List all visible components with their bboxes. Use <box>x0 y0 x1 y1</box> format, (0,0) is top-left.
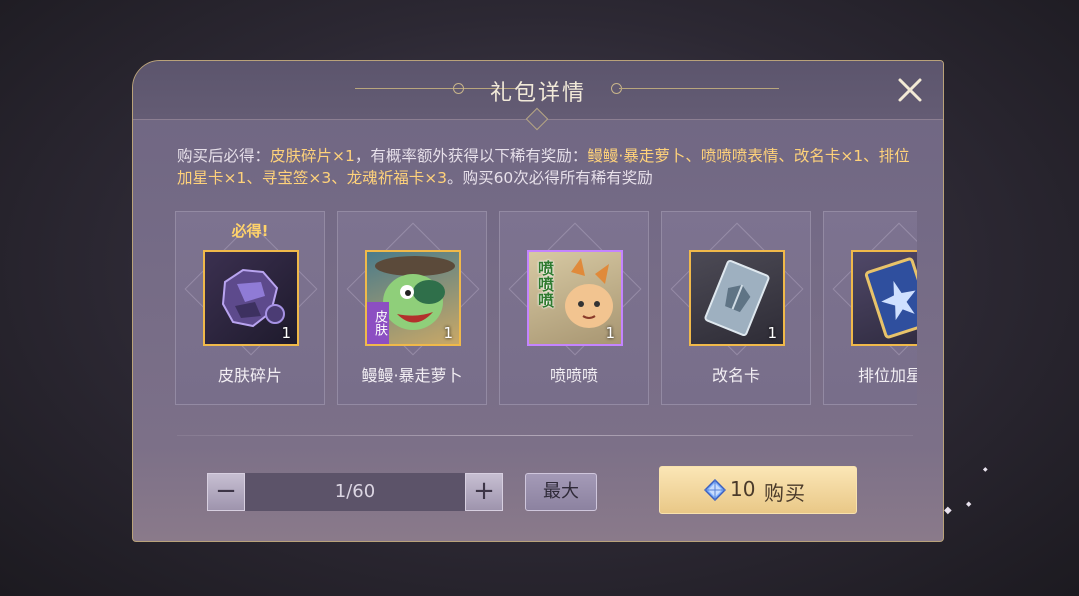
skin-fragment-icon: 1 <box>203 250 299 346</box>
desc-middle: ，有概率额外获得以下稀有奖励： <box>354 147 588 165</box>
increase-button[interactable]: + <box>465 473 503 511</box>
sparkle-decoration: ◆ <box>966 500 972 508</box>
decrease-button[interactable]: − <box>207 473 245 511</box>
reward-card-skin-fragment[interactable]: 必得! 1 皮肤碎片 <box>175 211 325 405</box>
item-count: 1 <box>281 324 291 342</box>
reward-card-rank-star[interactable]: 排位加星卡 <box>823 211 917 405</box>
quantity-stepper[interactable]: − 1/60 + <box>207 473 503 511</box>
item-label: 改名卡 <box>711 366 760 385</box>
reward-description: 购买后必得：皮肤碎片×1，有概率额外获得以下稀有奖励：鳗鳗·暴走萝卜、喷喷喷表情… <box>177 145 917 189</box>
gift-pack-dialog: 礼包详情 购买后必得：皮肤碎片×1，有概率额外获得以下稀有奖励：鳗鳗·暴走萝卜、… <box>132 60 944 542</box>
reward-card-skin[interactable]: 皮肤 1 鳗鳗·暴走萝卜 <box>337 211 487 405</box>
diamond-currency-icon <box>704 479 726 501</box>
item-count: 1 <box>443 324 453 342</box>
item-count: 1 <box>767 324 777 342</box>
desc-guaranteed: 皮肤碎片×1 <box>270 147 355 165</box>
rename-card-icon: 1 <box>689 250 785 346</box>
buy-button[interactable]: 10 购买 <box>659 466 857 514</box>
desc-prefix: 购买后必得： <box>177 147 271 165</box>
guaranteed-badge: 必得! <box>231 222 269 240</box>
item-label: 排位加星卡 <box>857 366 917 385</box>
max-button[interactable]: 最大 <box>525 473 597 511</box>
sparkle-decoration: ◆ <box>944 505 952 516</box>
sparkle-decoration: ◆ <box>983 466 988 473</box>
emote-text: 喷喷喷 <box>535 260 554 308</box>
skin-portrait-icon: 皮肤 1 <box>365 250 461 346</box>
desc-suffix: 。购买60次必得所有稀有奖励 <box>447 169 653 187</box>
reward-card-emote[interactable]: 喷喷喷 1 喷喷喷 <box>499 211 649 405</box>
buy-price: 10 <box>730 477 756 501</box>
close-button[interactable] <box>895 75 925 105</box>
quantity-value: 1/60 <box>334 481 376 502</box>
rank-star-card-icon <box>851 250 917 346</box>
reward-list[interactable]: 必得! 1 皮肤碎片 皮肤 1 鳗鳗·暴走萝卜 喷喷喷 1 喷喷喷 1 改名卡 … <box>175 211 917 407</box>
title-ornament-right <box>619 88 779 89</box>
item-label: 喷喷喷 <box>549 366 598 385</box>
item-label: 鳗鳗·暴走萝卜 <box>361 366 463 385</box>
skin-tag: 皮肤 <box>367 302 389 344</box>
item-count: 1 <box>605 324 615 342</box>
close-icon <box>898 78 922 102</box>
divider <box>177 435 913 436</box>
emote-icon: 喷喷喷 1 <box>527 250 623 346</box>
buy-label: 购买 <box>764 481 806 505</box>
dialog-title: 礼包详情 <box>489 81 586 106</box>
reward-card-rename[interactable]: 1 改名卡 <box>661 211 811 405</box>
item-label: 皮肤碎片 <box>217 366 282 385</box>
